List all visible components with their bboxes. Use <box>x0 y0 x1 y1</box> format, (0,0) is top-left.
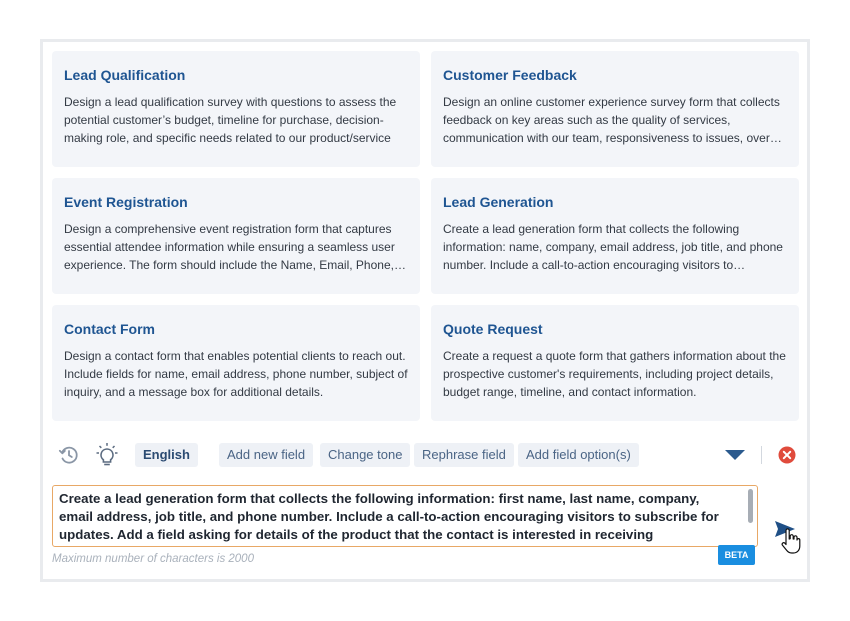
template-title: Contact Form <box>64 321 155 337</box>
lightbulb-icon[interactable] <box>94 442 120 468</box>
change-tone-button[interactable]: Change tone <box>320 443 411 467</box>
template-description: Create a lead generation form that colle… <box>443 222 783 272</box>
ai-form-generator-panel: Lead Qualification Design a lead qualifi… <box>40 39 810 582</box>
prompt-text: Create a lead generation form that colle… <box>59 491 719 542</box>
rephrase-field-button[interactable]: Rephrase field <box>414 443 514 467</box>
toolbar-divider <box>761 446 762 464</box>
template-card-customer-feedback[interactable]: Customer Feedback Design an online custo… <box>431 51 799 167</box>
template-title: Lead Qualification <box>64 67 186 83</box>
prompt-toolbar: English Add new field Change tone Rephra… <box>43 440 807 472</box>
template-description: Design a contact form that enables poten… <box>64 349 408 399</box>
template-card-contact-form[interactable]: Contact Form Design a contact form that … <box>52 305 420 421</box>
character-limit-hint: Maximum number of characters is 2000 <box>52 553 254 565</box>
prompt-textarea[interactable]: Create a lead generation form that colle… <box>52 485 758 547</box>
template-card-quote-request[interactable]: Quote Request Create a request a quote f… <box>431 305 799 421</box>
template-description: Design a lead qualification survey with … <box>64 95 397 145</box>
send-button[interactable] <box>773 516 805 556</box>
template-card-lead-generation[interactable]: Lead Generation Create a lead generation… <box>431 178 799 294</box>
template-card-lead-qualification[interactable]: Lead Qualification Design a lead qualifi… <box>52 51 420 167</box>
close-circle-icon[interactable] <box>774 442 800 468</box>
template-title: Quote Request <box>443 321 543 337</box>
add-field-options-button[interactable]: Add field option(s) <box>518 443 639 467</box>
send-icon <box>775 521 801 554</box>
template-description: Design an online customer experience sur… <box>443 95 782 145</box>
add-new-field-button[interactable]: Add new field <box>219 443 314 467</box>
template-card-event-registration[interactable]: Event Registration Design a comprehensiv… <box>52 178 420 294</box>
textarea-scrollbar[interactable] <box>748 489 753 523</box>
template-title: Lead Generation <box>443 194 554 210</box>
beta-badge: BETA <box>718 545 755 565</box>
template-description: Create a request a quote form that gathe… <box>443 349 786 399</box>
history-icon[interactable] <box>56 442 82 468</box>
caret-down-icon[interactable] <box>722 442 748 468</box>
template-title: Event Registration <box>64 194 188 210</box>
template-description: Design a comprehensive event registratio… <box>64 222 395 272</box>
language-select[interactable]: English <box>135 443 198 467</box>
template-title: Customer Feedback <box>443 67 577 83</box>
